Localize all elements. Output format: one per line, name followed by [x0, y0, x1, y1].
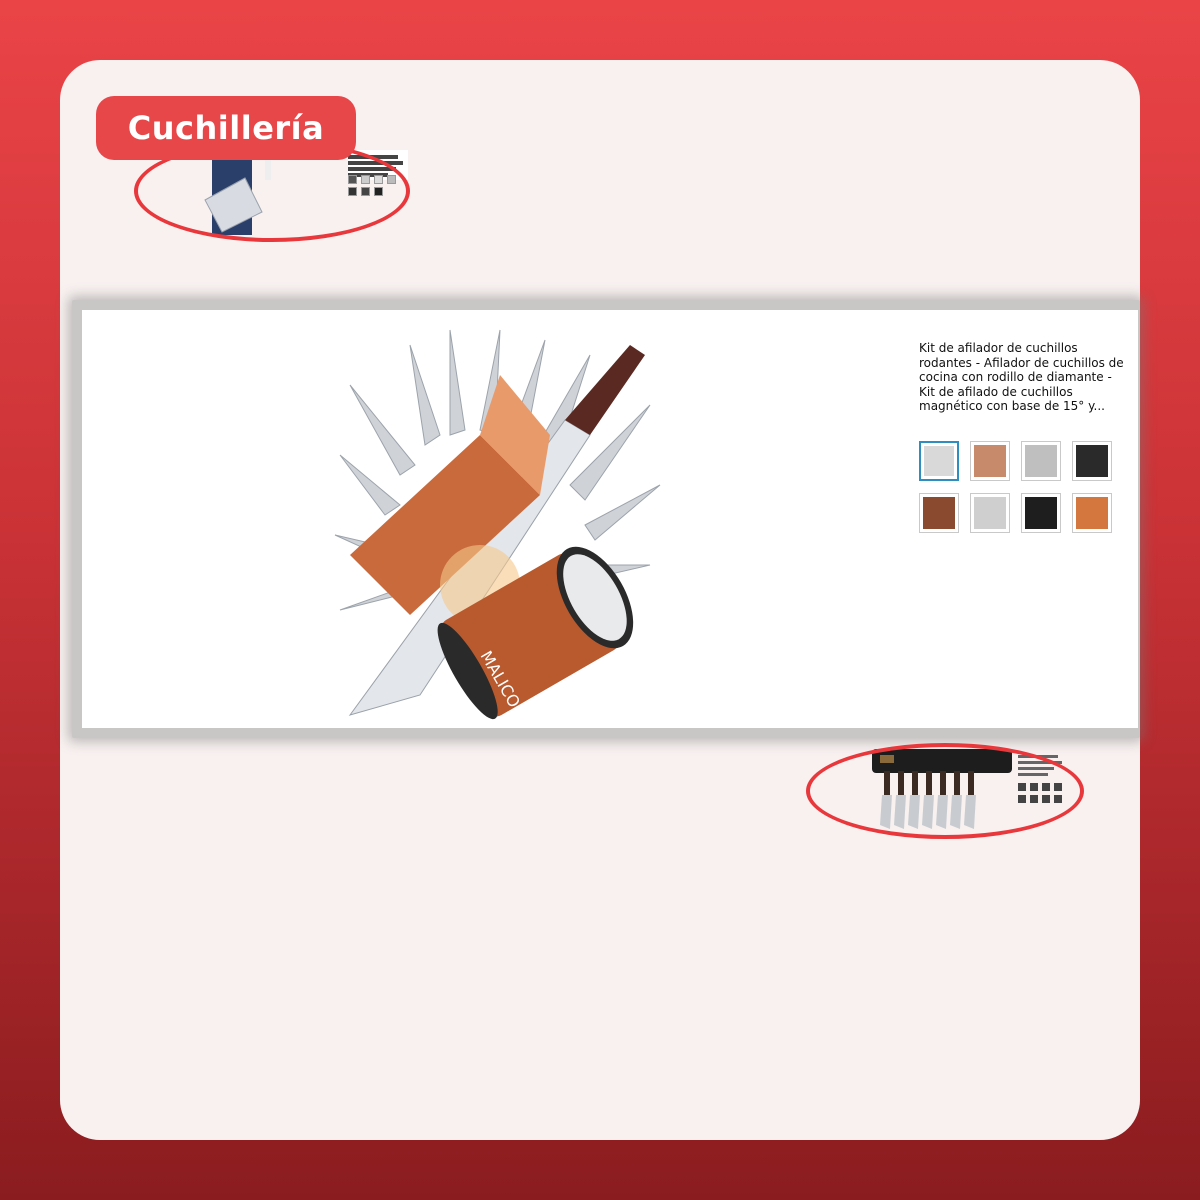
cleaver-thumbs: [348, 175, 396, 184]
cleaver-thumbs-row2: [348, 187, 383, 196]
thumbnail-image: [1025, 445, 1057, 477]
product-title[interactable]: Kit de afilador de cuchillos rodantes - …: [919, 341, 1124, 414]
product-thumbnails: [919, 441, 1119, 533]
product-hero-image[interactable]: MALICO: [330, 325, 670, 720]
product-thumbnail[interactable]: [1021, 441, 1061, 481]
tiny-thumb: [361, 187, 370, 196]
product-thumbnail[interactable]: [919, 493, 959, 533]
product-thumbnail[interactable]: [1072, 493, 1112, 533]
knife-roll-image: [872, 749, 1062, 829]
thumbnail-image: [1076, 445, 1108, 477]
product-thumbnail[interactable]: [1021, 493, 1061, 533]
tiny-thumb: [374, 187, 383, 196]
thumbnail-image: [974, 497, 1006, 529]
tiny-thumb: [348, 175, 357, 184]
thumbnail-image: [923, 497, 955, 529]
cleaver-description-snippet: [348, 155, 408, 177]
product-thumbnail[interactable]: [919, 441, 959, 481]
thumbnail-image: [1076, 497, 1108, 529]
product-thumbnail[interactable]: [1072, 441, 1112, 481]
tiny-thumb: [387, 175, 396, 184]
tiny-thumb: [348, 187, 357, 196]
product-thumbnail[interactable]: [970, 441, 1010, 481]
product-thumbnail[interactable]: [970, 493, 1010, 533]
category-tag: Cuchillería: [96, 96, 356, 160]
thumbnail-image: [974, 445, 1006, 477]
knife-roll-preview[interactable]: [860, 745, 1070, 833]
tiny-thumb: [374, 175, 383, 184]
tiny-thumb: [361, 175, 370, 184]
thumbnail-image: [1025, 497, 1057, 529]
thumbnail-image: [924, 446, 954, 476]
